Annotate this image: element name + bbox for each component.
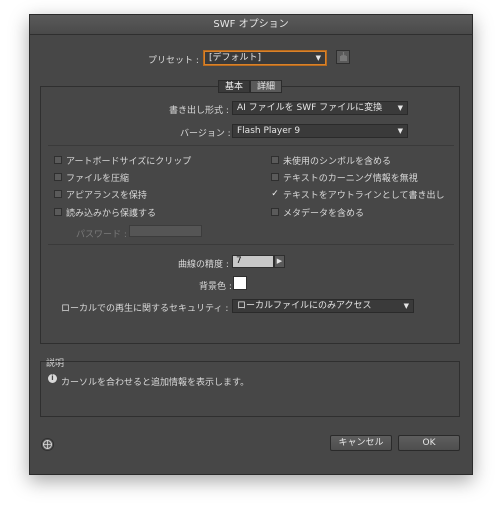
preserve-appearance-label: アピアランスを保持 <box>66 191 147 201</box>
version-value: Flash Player 9 <box>237 126 301 136</box>
help-button[interactable] <box>41 438 54 451</box>
ignore-kerning-checkbox[interactable] <box>271 173 279 181</box>
background-color-label: 背景色 : <box>199 282 232 292</box>
globe-icon <box>43 440 52 449</box>
save-preset-icon <box>340 52 347 61</box>
tab-advanced[interactable]: 詳細 <box>250 80 282 93</box>
security-label: ローカルでの再生に関するセキュリティ : <box>61 304 229 314</box>
protect-import-label: 読み込みから保護する <box>66 209 157 219</box>
password-label: パスワード : <box>76 230 127 240</box>
security-dropdown[interactable]: ローカルファイルにのみアクセス ▼ <box>232 299 414 313</box>
description-panel <box>40 361 460 417</box>
protect-import-checkbox[interactable] <box>54 208 62 216</box>
tab-basic[interactable]: 基本 <box>218 80 250 93</box>
password-field[interactable] <box>129 225 202 237</box>
divider <box>48 244 454 245</box>
include-metadata-checkbox[interactable] <box>271 208 279 216</box>
background-color-swatch[interactable] <box>233 276 247 290</box>
compress-file-label: ファイルを圧縮 <box>66 174 130 184</box>
chevron-down-icon: ▼ <box>397 104 403 112</box>
swf-options-dialog: SWF オプション プリセット : [デフォルト] ▼ 基本 詳細 書き出し形式… <box>29 14 473 475</box>
preset-dropdown[interactable]: [デフォルト] ▼ <box>204 51 326 65</box>
curve-quality-value: 7 <box>236 256 242 266</box>
curve-quality-label: 曲線の精度 : <box>178 260 229 270</box>
ignore-kerning-label: テキストのカーニング情報を無視 <box>283 174 418 184</box>
include-unused-symbols-checkbox[interactable] <box>271 156 279 164</box>
preset-label: プリセット : <box>148 56 199 66</box>
clip-artboard-checkbox[interactable] <box>54 156 62 164</box>
preserve-appearance-checkbox[interactable] <box>54 190 62 198</box>
text-as-outlines-checkbox[interactable]: ✓ <box>271 190 279 199</box>
text-as-outlines-label: テキストをアウトラインとして書き出し <box>283 191 445 201</box>
cancel-button[interactable]: キャンセル <box>330 435 392 451</box>
info-icon: i <box>48 374 57 383</box>
export-as-label: 書き出し形式 : <box>169 106 229 116</box>
curve-quality-slider-button[interactable]: ▶ <box>274 255 285 268</box>
compress-file-checkbox[interactable] <box>54 173 62 181</box>
version-label: バージョン : <box>180 129 231 139</box>
include-metadata-label: メタデータを含める <box>283 209 365 219</box>
description-text: カーソルを合わせると追加情報を表示します。 <box>61 378 250 388</box>
chevron-down-icon: ▼ <box>397 127 403 135</box>
chevron-down-icon: ▼ <box>403 302 409 310</box>
security-value: ローカルファイルにのみアクセス <box>237 301 372 311</box>
version-dropdown[interactable]: Flash Player 9 ▼ <box>232 124 408 138</box>
divider <box>48 145 454 146</box>
export-as-dropdown[interactable]: AI ファイルを SWF ファイルに変換 ▼ <box>232 101 408 115</box>
include-unused-symbols-label: 未使用のシンボルを含める <box>283 157 392 167</box>
preset-value: [デフォルト] <box>209 53 262 63</box>
ok-button[interactable]: OK <box>398 435 460 451</box>
chevron-down-icon: ▼ <box>315 54 321 62</box>
clip-artboard-label: アートボードサイズにクリップ <box>66 157 192 167</box>
dialog-title: SWF オプション <box>30 15 472 35</box>
save-preset-button[interactable] <box>336 50 350 64</box>
chevron-right-icon: ▶ <box>276 257 283 265</box>
export-as-value: AI ファイルを SWF ファイルに変換 <box>237 103 383 113</box>
curve-quality-input[interactable]: 7 <box>232 255 274 268</box>
